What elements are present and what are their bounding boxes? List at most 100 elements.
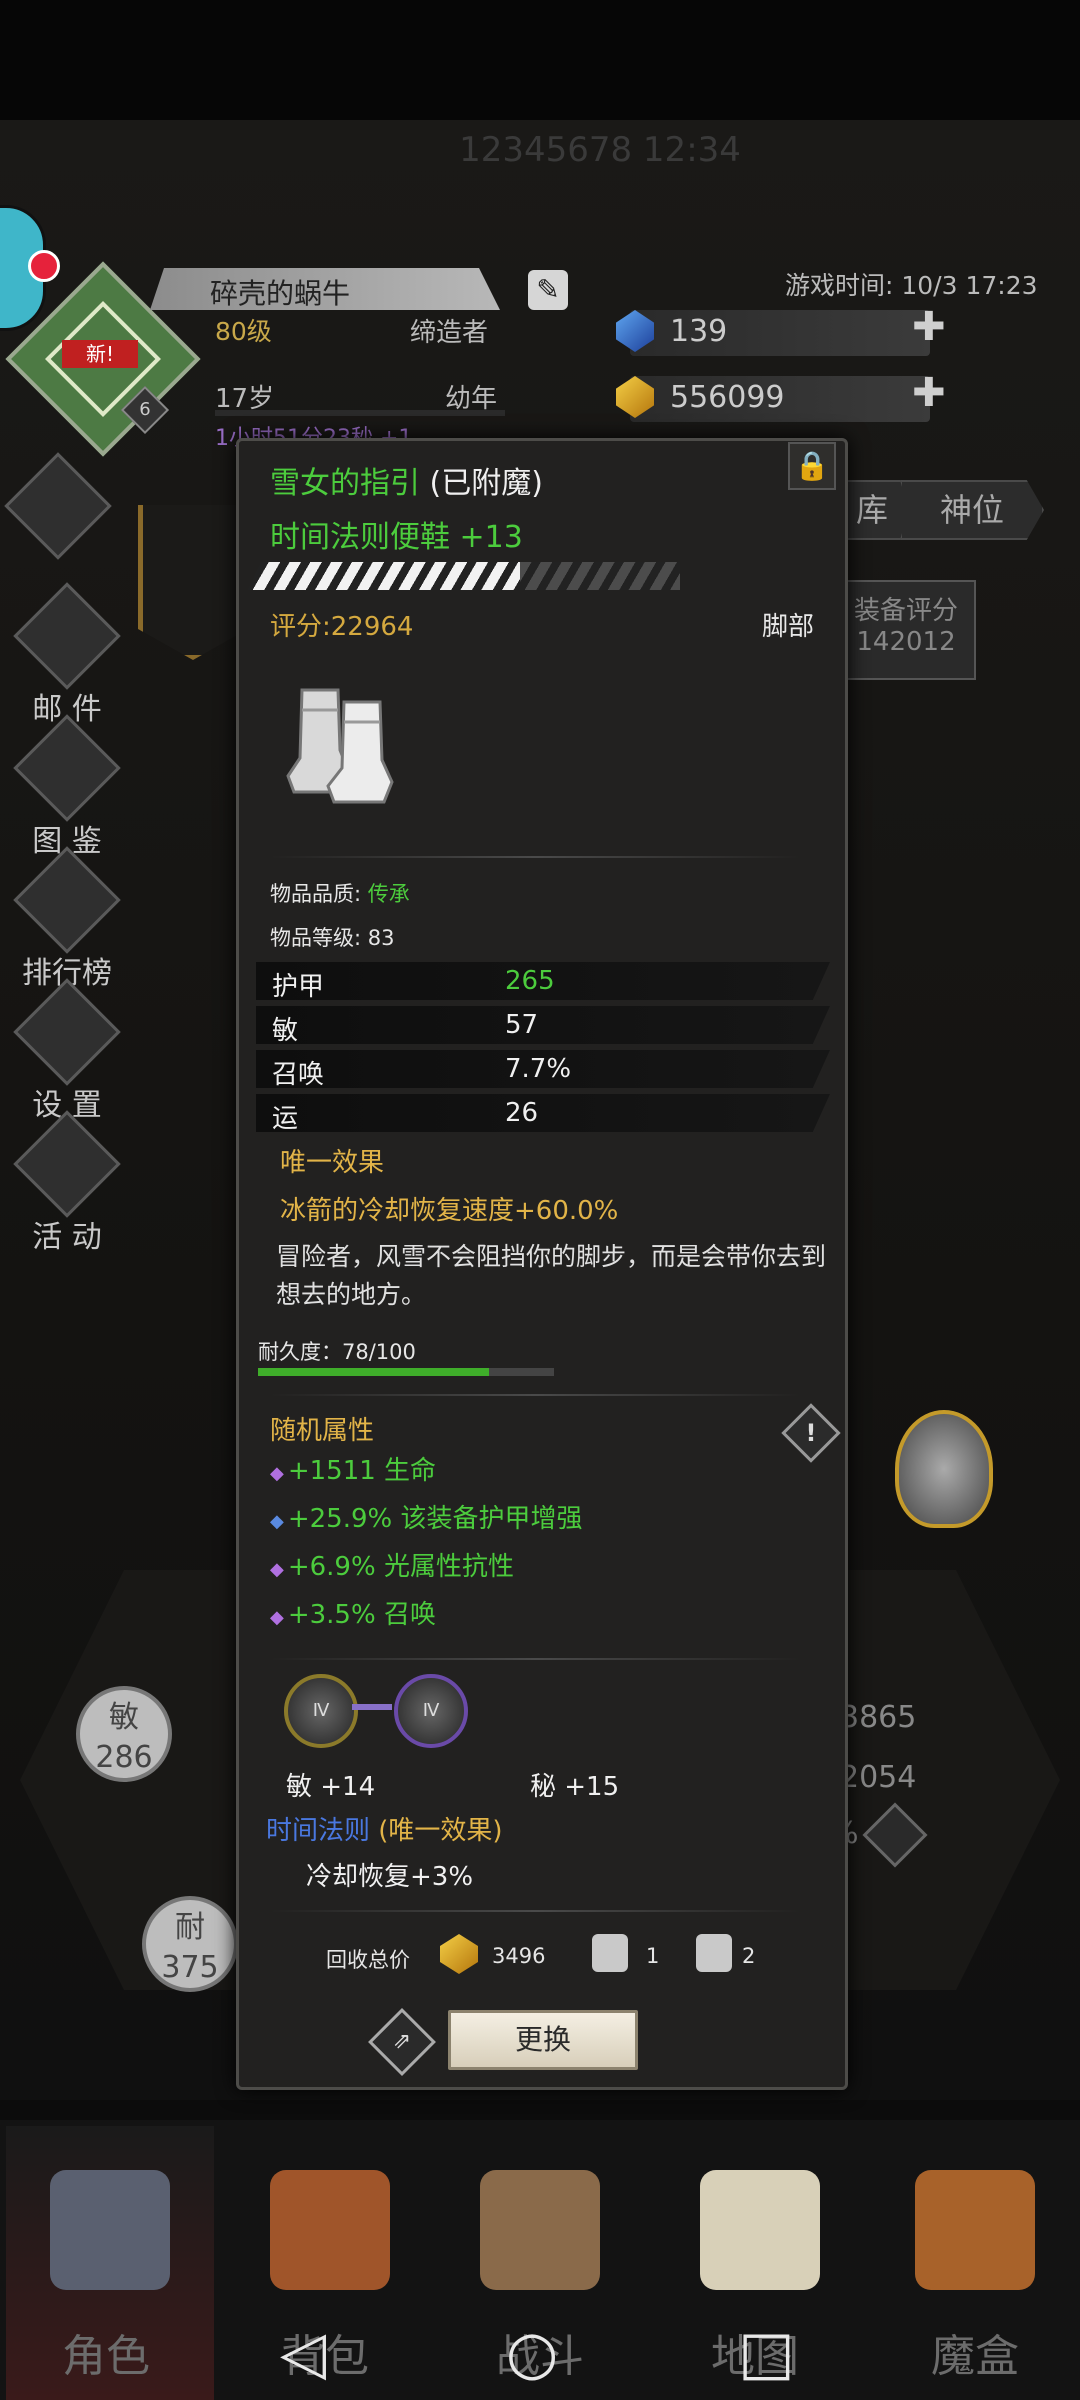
random-attributes-header: 随机属性 — [270, 1416, 375, 1446]
nav-battle[interactable] — [480, 2170, 600, 2290]
item-name-text: 雪女的指引 — [270, 466, 420, 501]
socket-gem[interactable]: Ⅳ — [394, 1674, 468, 1748]
rarity-dot-icon: ◆ — [270, 1511, 284, 1532]
edit-icon[interactable]: ✎ — [528, 270, 568, 310]
equip-score-label: 装备评分 — [853, 596, 958, 626]
item-quality: 物品品质: 传承 — [270, 878, 410, 908]
tab-god-seat[interactable]: 神位 — [900, 480, 1044, 540]
game-time: 游戏时间: 10/3 17:23 — [785, 271, 1038, 300]
unique-effect-header: 唯一效果 — [280, 1148, 385, 1178]
equip-score-box: 装备评分 142012 — [836, 580, 976, 680]
stat-circle-value: 375 — [161, 1950, 219, 1985]
right-stat-2: 2054 — [840, 1760, 917, 1795]
helmet-icon — [50, 2170, 170, 2290]
menu-ranking[interactable]: 排行榜 — [13, 846, 121, 992]
lock-icon[interactable]: 🔒 — [788, 442, 836, 490]
quality-value: 传承 — [367, 882, 410, 906]
nav-character-label[interactable]: 角色 — [6, 2320, 206, 2384]
back-icon[interactable]: ◁ — [280, 2318, 326, 2388]
item-name: 雪女的指引 (已附魔) — [270, 458, 543, 502]
durability-text: 耐久度：78/100 — [258, 1340, 416, 1364]
nav-map[interactable] — [700, 2170, 820, 2290]
enhance-bar-empty — [520, 562, 680, 590]
menu-events[interactable]: 活 动 — [13, 1110, 121, 1256]
random-attribute-text: +25.9% 该装备护甲增强 — [287, 1504, 583, 1534]
flavor-text: 冒险者，风雪不会阻挡你的脚步，而是会带你去到想去的地方。 — [276, 1242, 827, 1309]
unique-effect-text: 冰箭的冷却恢复速度+60.0% — [280, 1196, 619, 1226]
player-job: 缔造者 — [410, 318, 489, 348]
player-level: 80级 — [215, 317, 272, 346]
stat-value: 26 — [505, 1098, 539, 1128]
crest-icon[interactable] — [895, 1410, 993, 1528]
anvil-icon — [13, 1110, 121, 1218]
rarity-dot-icon: ◆ — [270, 1463, 284, 1484]
item-slot: 脚部 — [762, 612, 815, 642]
rank-value: 6 — [139, 399, 151, 420]
ranking-icon — [13, 846, 121, 954]
backpack-icon — [270, 2170, 390, 2290]
boots-icon — [286, 688, 394, 804]
nav-magic-box[interactable] — [915, 2170, 1035, 2290]
recents-icon[interactable]: □ — [738, 2318, 795, 2388]
plus-icon[interactable]: ✚ — [912, 304, 946, 350]
gear-icon — [13, 978, 121, 1086]
rarity-dot-icon: ◆ — [270, 1607, 284, 1628]
nav-magic-box-label[interactable]: 魔盒 — [875, 2320, 1075, 2384]
random-attribute-text: +6.9% 光属性抗性 — [287, 1552, 514, 1582]
random-attribute-text: +1511 生命 — [287, 1456, 437, 1486]
socket-stat: 敏 +14 — [286, 1772, 376, 1802]
stat-circle-value: 286 — [95, 1740, 153, 1775]
stat-name: 运 — [272, 1104, 299, 1134]
plus-icon[interactable]: ✚ — [912, 370, 946, 416]
recycle-label: 回收总价 — [326, 1948, 410, 1972]
recycle-material-1: 1 — [646, 1944, 660, 1968]
quality-label: 物品品质: — [270, 882, 368, 906]
menu-mail[interactable]: 邮 件 — [13, 582, 121, 728]
home-icon[interactable]: ○ — [506, 2318, 558, 2388]
menu-codex[interactable]: 图 鉴 — [13, 714, 121, 860]
gold-count: 556099 — [670, 380, 785, 415]
set-name-text: 时间法则 — [266, 1816, 371, 1846]
notification-dot — [28, 250, 60, 282]
right-stat-1: 3865 — [840, 1700, 917, 1735]
mail-icon — [13, 582, 121, 690]
nav-character[interactable] — [50, 2170, 170, 2290]
socket-link — [352, 1704, 392, 1710]
stat-circle-endurance[interactable]: 耐 375 — [142, 1896, 238, 1992]
random-attribute: ◆ +1511 生命 — [270, 1450, 436, 1487]
divider — [270, 856, 800, 858]
nav-backpack[interactable] — [270, 2170, 390, 2290]
stat-name: 护甲 — [272, 972, 325, 1002]
random-attribute: ◆ +6.9% 光属性抗性 — [270, 1546, 514, 1583]
player-name: 碎壳的蜗牛 — [210, 277, 351, 310]
recycle-gold: 3496 — [492, 1944, 546, 1968]
scroll-map-icon — [700, 2170, 820, 2290]
material-icon — [592, 1934, 628, 1972]
stat-name: 召唤 — [272, 1060, 325, 1090]
set-name: 时间法则 (唯一效果) — [266, 1810, 503, 1847]
stat-circle-label: 耐 — [175, 1910, 205, 1945]
random-attribute: ◆ +3.5% 召唤 — [270, 1594, 436, 1631]
random-attribute: ◆ +25.9% 该装备护甲增强 — [270, 1498, 583, 1535]
set-name-suffix: (唯一效果) — [370, 1816, 503, 1846]
stat-value: 57 — [505, 1010, 539, 1040]
gem-count: 139 — [670, 314, 728, 349]
rarity-dot-icon: ◆ — [270, 1559, 284, 1580]
stat-row — [256, 1094, 830, 1132]
durability-fill — [258, 1368, 489, 1376]
stat-circle-agility[interactable]: 敏 286 — [76, 1686, 172, 1782]
stat-name: 敏 — [272, 1016, 299, 1046]
equip-score-value: 142012 — [856, 627, 956, 657]
divider — [270, 1394, 800, 1396]
book-icon — [13, 714, 121, 822]
menu-settings[interactable]: 设 置 — [13, 978, 121, 1124]
sword-shield-icon — [480, 2170, 600, 2290]
magic-box-icon — [915, 2170, 1035, 2290]
replace-button[interactable]: 更换 — [448, 2010, 638, 2070]
item-base-name: 时间法则便鞋 +13 — [270, 520, 523, 555]
divider — [270, 1910, 800, 1912]
item-score: 评分:22964 — [270, 612, 414, 642]
hanging-banner — [138, 505, 248, 660]
socket-gem[interactable]: Ⅳ — [284, 1674, 358, 1748]
random-attribute-text: +3.5% 召唤 — [287, 1600, 436, 1630]
